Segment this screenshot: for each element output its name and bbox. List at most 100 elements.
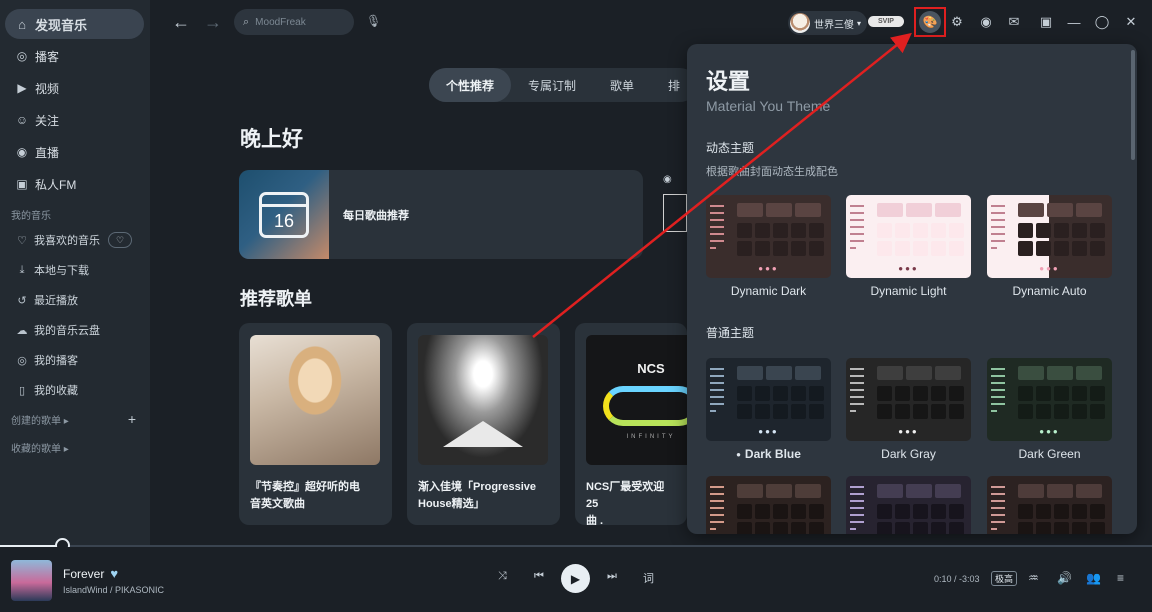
user-menu[interactable]: 世界三傻 ▾ (788, 11, 868, 35)
theme-preview-header (877, 484, 961, 498)
my-music-list: ♡ 我喜欢的音乐 ♡ ⤓ 本地与下载 ↺ 最近播放 ☁ 我的音乐云盘 ◎ 我的播客 ▯ 我的收藏 (0, 225, 150, 405)
play-icon: ▶ (570, 571, 581, 586)
my-music-item[interactable]: ⤓ 本地与下载 (0, 255, 150, 285)
heart-icon[interactable]: ♥ (110, 566, 118, 581)
album-cover[interactable] (11, 560, 52, 601)
theme-option-card[interactable]: ●●● (706, 195, 831, 278)
sidebar-item[interactable]: ◉ 直播 (5, 137, 144, 167)
theme-option-card[interactable] (706, 476, 831, 534)
listen-together-icon[interactable]: 👥 (1086, 571, 1101, 585)
theme-name-row[interactable]: ● Dark Blue (706, 447, 831, 461)
sidebar-nav: ⌂ 发现音乐 ◎ 播客 ▶ 视频 ☺ 关注 ◉ 直播 ▣ 私人FM (0, 9, 150, 199)
sound-effect-icon[interactable]: ♒ (1028, 571, 1039, 585)
my-music-item-label: 我的收藏 (34, 385, 78, 397)
my-music-item[interactable]: ↺ 最近播放 (0, 285, 150, 315)
theme-preview-grid (1018, 223, 1105, 256)
theme-option-card[interactable]: ●●● (706, 358, 831, 441)
my-music-item[interactable]: ▯ 我的收藏 (0, 375, 150, 405)
next-icon[interactable]: ⏭ (607, 570, 617, 583)
forward-arrow-icon[interactable]: → (204, 12, 222, 33)
cover-text: INFINITY (626, 433, 676, 440)
search-icon: ⌕ (243, 15, 250, 28)
playlist-title: 『节奏控』超好听的电 音英文歌曲 (250, 481, 360, 510)
theme-option-card[interactable] (987, 476, 1112, 534)
tab[interactable]: 歌单 (593, 68, 651, 102)
sidebar-item[interactable]: ☺ 关注 (5, 105, 144, 135)
theme-preview-lines (991, 368, 1005, 417)
my-music-item-label: 我的音乐云盘 (34, 325, 100, 337)
gear-icon[interactable]: ⚙ (947, 12, 967, 32)
theme-preview-lines (850, 486, 864, 534)
theme-button[interactable]: 🎨 (914, 7, 946, 37)
my-music-item[interactable]: ☁ 我的音乐云盘 (0, 315, 150, 345)
partial-card[interactable] (663, 194, 687, 232)
theme-preview-lines (991, 205, 1005, 254)
playlist-card[interactable]: 『节奏控』超好听的电 音英文歌曲 (239, 323, 392, 525)
previous-icon[interactable]: ⏮ (534, 570, 544, 583)
minimize-icon[interactable]: — (1064, 12, 1084, 32)
song-info: Forever ♥ (63, 566, 118, 581)
netease-logo-icon[interactable]: ◉ (976, 12, 996, 32)
lyric-button[interactable]: 词 (643, 570, 654, 586)
collected-playlists-label: 收藏的歌单 (11, 443, 61, 455)
theme-preview-header (737, 203, 821, 217)
close-icon[interactable]: ✕ (1121, 12, 1141, 32)
shuffle-icon[interactable]: ⤨ (498, 570, 507, 583)
panel-scrollbar[interactable] (1131, 50, 1135, 160)
theme-preview-lines (710, 368, 724, 417)
daily-recommend-card[interactable]: 16 每日歌曲推荐 (239, 170, 643, 259)
dynamic-theme-desc: 根据歌曲封面动态生成配色 (706, 166, 838, 178)
back-arrow-icon[interactable]: ← (172, 12, 190, 33)
vip-badge[interactable]: SVIP (868, 16, 904, 27)
theme-preview-grid (737, 504, 824, 534)
my-music-section-title: 我的音乐 (11, 210, 51, 222)
search-input[interactable]: ⌕ MoodFreak (234, 9, 354, 35)
calendar-icon: 16 (259, 191, 309, 238)
theme-option-card[interactable]: ●●● (987, 358, 1112, 441)
play-button[interactable]: ▶ (561, 564, 590, 593)
theme-name-row[interactable]: Dark Gray (846, 447, 971, 461)
theme-option-card[interactable] (846, 476, 971, 534)
netease-logo-icon: ◉ (663, 174, 672, 185)
sidebar-item[interactable]: ◎ 播客 (5, 41, 144, 71)
podcast-icon: ◎ (17, 354, 27, 367)
sidebar-item[interactable]: ⌂ 发现音乐 (5, 9, 144, 39)
playlist-card[interactable]: 渐入佳境「Progressive House精选」 (407, 323, 560, 525)
sidebar-item[interactable]: ▣ 私人FM (5, 169, 144, 199)
sidebar-item[interactable]: ▶ 视频 (5, 73, 144, 103)
theme-name[interactable]: Dynamic Dark (706, 284, 831, 298)
heartbeat-mode-icon[interactable]: ♡ (108, 232, 132, 248)
playlist-title: NCS厂最受欢迎25 曲 . (586, 481, 665, 525)
playlist-card[interactable]: NCS INFINITY NCS厂最受欢迎25 曲 . (575, 323, 687, 525)
sidebar-item-label: 视频 (35, 81, 60, 96)
quality-button[interactable]: 极高 (991, 571, 1018, 586)
theme-name[interactable]: Dynamic Auto (987, 284, 1112, 298)
sidebar-item-label: 直播 (35, 145, 60, 160)
volume-icon[interactable]: 🔊 (1057, 571, 1072, 585)
tab[interactable]: 专属订制 (511, 68, 593, 102)
artist-name[interactable]: IslandWind / PIKASONIC (63, 585, 164, 595)
add-playlist-icon[interactable]: + (128, 411, 136, 427)
theme-option-card[interactable]: ●●● (987, 195, 1112, 278)
microphone-icon[interactable]: 🎙 (366, 14, 381, 28)
playlist-title: 渐入佳境「Progressive House精选」 (418, 481, 536, 510)
tab[interactable]: 个性推荐 (429, 68, 512, 102)
time-display: 0:10 / -3:03 (934, 574, 980, 584)
mini-mode-icon[interactable]: ▣ (1036, 12, 1056, 32)
theme-option-card[interactable]: ●●● (846, 195, 971, 278)
my-music-item[interactable]: ◎ 我的播客 (0, 345, 150, 375)
created-playlists-row[interactable]: 创建的歌单 ▸ + (0, 405, 150, 433)
sidebar-item-label: 播客 (35, 49, 60, 64)
playlist-queue-icon[interactable]: ≡ (1117, 571, 1124, 585)
daily-label: 每日歌曲推荐 (343, 209, 409, 222)
theme-name[interactable]: Dynamic Light (846, 284, 971, 298)
song-title[interactable]: Forever (63, 567, 104, 581)
theme-option-card[interactable]: ●●● (846, 358, 971, 441)
theme-name-row[interactable]: Dark Green (987, 447, 1112, 461)
mail-icon[interactable]: ✉ (1004, 12, 1024, 32)
maximize-icon[interactable]: ◯ (1092, 12, 1112, 32)
my-music-item[interactable]: ♡ 我喜欢的音乐 ♡ (0, 225, 150, 255)
collected-playlists-row[interactable]: 收藏的歌单 ▸ (0, 433, 150, 461)
theme-preview-grid (1018, 504, 1105, 534)
theme-preview-header (1018, 484, 1102, 498)
